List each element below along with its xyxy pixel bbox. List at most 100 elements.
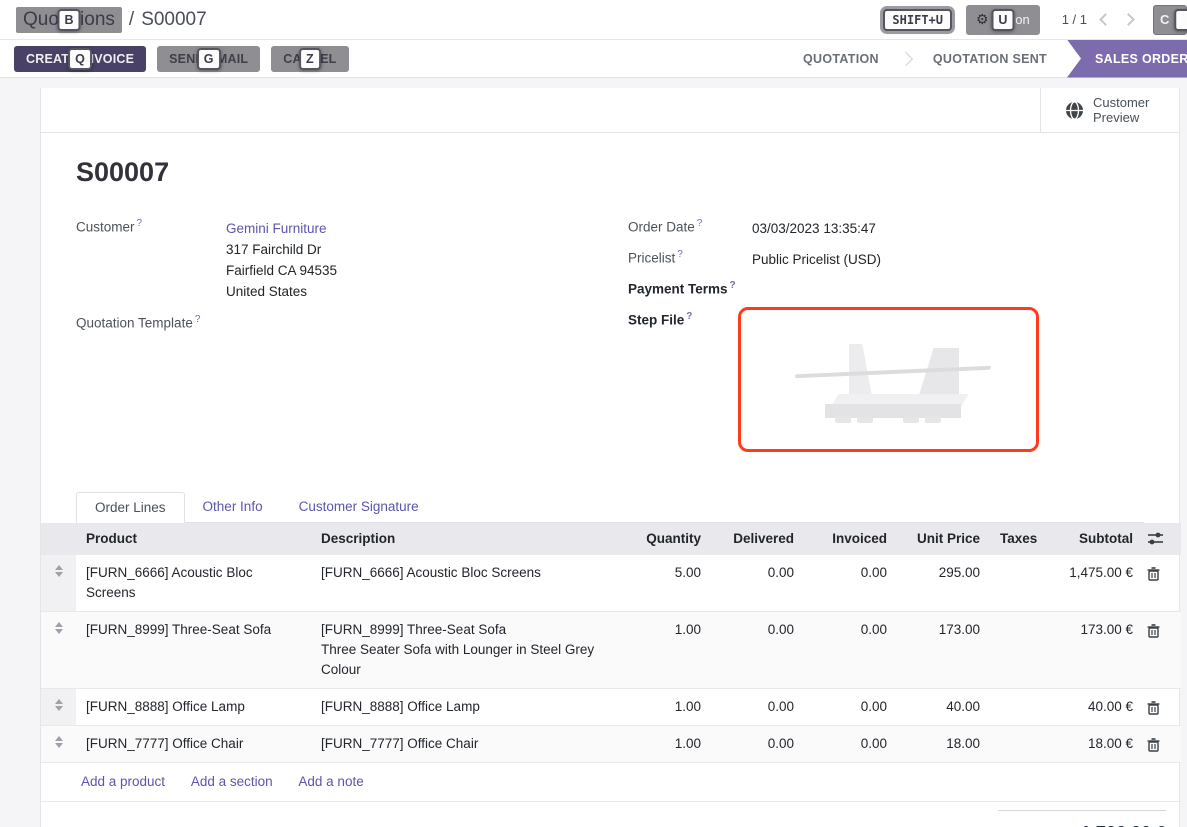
help-icon: ? (195, 314, 201, 325)
customer-preview-button[interactable]: Customer Preview (1040, 88, 1179, 132)
pager-next-icon[interactable] (1122, 13, 1135, 26)
stage-quotation[interactable]: QUOTATION (783, 40, 899, 78)
cell-taxes[interactable] (990, 612, 1045, 689)
stage-quotation-sent[interactable]: QUOTATION SENT (913, 40, 1067, 78)
cell-quantity[interactable]: 1.00 (621, 612, 711, 689)
stage-sales-order[interactable]: SALES ORDER (1067, 40, 1187, 78)
col-subtotal[interactable]: Subtotal (1045, 523, 1143, 555)
trash-icon[interactable] (1147, 701, 1160, 715)
table-row[interactable]: [FURN_6666] Acoustic Bloc Screens [FURN_… (41, 555, 1181, 612)
order-date-value[interactable]: 03/03/2023 13:35:47 (752, 218, 876, 239)
cell-delivered[interactable]: 0.00 (711, 555, 804, 612)
cell-subtotal: 18.00 € (1045, 726, 1143, 763)
trash-icon[interactable] (1147, 567, 1160, 581)
drag-handle-icon[interactable] (54, 736, 64, 748)
notebook-tabs: Order Lines Other Info Customer Signatur… (76, 492, 1144, 523)
form-view: Customer Preview S00007 Customer? Gemini… (0, 78, 1187, 827)
trash-icon[interactable] (1147, 738, 1160, 752)
globe-icon (1065, 101, 1084, 120)
add-a-section-link[interactable]: Add a section (191, 774, 273, 789)
action-menu-button[interactable]: ⚙ Action U (966, 5, 1040, 35)
send-email-button[interactable]: SEND EMAIL G (157, 46, 260, 72)
col-quantity[interactable]: Quantity (621, 523, 711, 555)
stage-separator-icon (899, 51, 913, 65)
cancel-button[interactable]: CANCEL Z (271, 46, 348, 72)
cell-delivered[interactable]: 0.00 (711, 612, 804, 689)
cell-product[interactable]: [FURN_8999] Three-Seat Sofa (76, 612, 311, 689)
cell-invoiced[interactable]: 0.00 (804, 555, 897, 612)
drag-handle-icon[interactable] (54, 699, 64, 711)
cell-invoiced[interactable]: 0.00 (804, 689, 897, 726)
tab-other-info[interactable]: Other Info (185, 492, 281, 522)
hint-badge-z: Z (299, 48, 321, 70)
cell-quantity[interactable]: 1.00 (621, 726, 711, 763)
cell-taxes[interactable] (990, 689, 1045, 726)
add-a-product-link[interactable]: Add a product (81, 774, 165, 789)
drag-handle-icon[interactable] (54, 565, 64, 577)
button-box: Customer Preview (41, 88, 1179, 133)
cell-taxes[interactable] (990, 555, 1045, 612)
trash-icon[interactable] (1147, 624, 1160, 638)
control-bar: CREATE INVOICE Q SEND EMAIL G CANCEL Z Q… (0, 40, 1187, 78)
order-date-field-label: Order Date? (628, 218, 752, 239)
table-row[interactable]: [FURN_8888] Office Lamp [FURN_8888] Offi… (41, 689, 1181, 726)
hint-badge-g: G (197, 48, 221, 70)
total-value: 1,706.00 € (1081, 823, 1166, 827)
table-row[interactable]: [FURN_7777] Office Chair [FURN_7777] Off… (41, 726, 1181, 763)
cell-taxes[interactable] (990, 726, 1045, 763)
step-file-image[interactable] (738, 307, 1039, 452)
col-taxes[interactable]: Taxes (990, 523, 1045, 555)
drag-handle-icon[interactable] (54, 622, 64, 634)
table-row[interactable]: [FURN_8999] Three-Seat Sofa [FURN_8999] … (41, 612, 1181, 689)
tab-order-lines[interactable]: Order Lines (76, 492, 185, 523)
help-icon: ? (697, 218, 703, 229)
cell-invoiced[interactable]: 0.00 (804, 612, 897, 689)
customer-preview-label: Customer Preview (1093, 95, 1155, 125)
cell-description[interactable]: [FURN_8999] Three-Seat Sofa Three Seater… (311, 612, 621, 689)
cell-invoiced[interactable]: 0.00 (804, 726, 897, 763)
cell-product[interactable]: [FURN_8888] Office Lamp (76, 689, 311, 726)
cell-product[interactable]: [FURN_6666] Acoustic Bloc Screens (76, 555, 311, 612)
hint-badge-b: B (57, 9, 80, 31)
cell-description[interactable]: [FURN_6666] Acoustic Bloc Screens (311, 555, 621, 612)
optional-columns-icon[interactable] (1147, 531, 1164, 546)
col-delivered[interactable]: Delivered (711, 523, 804, 555)
table-header-row: Product Description Quantity Delivered I… (41, 523, 1181, 555)
col-product[interactable]: Product (76, 523, 311, 555)
help-icon: ? (137, 218, 143, 229)
gear-icon: ⚙ (976, 11, 989, 28)
field-step-file: Step File? (628, 307, 1144, 452)
cell-quantity[interactable]: 1.00 (621, 689, 711, 726)
cell-unit-price[interactable]: 18.00 (897, 726, 990, 763)
customer-address-line: Fairfield CA 94535 (226, 260, 337, 281)
col-description[interactable]: Description (311, 523, 621, 555)
breadcrumb-quotations-link[interactable]: Quotations B (16, 7, 122, 33)
create-button-label: C (1160, 12, 1169, 27)
cell-unit-price[interactable]: 173.00 (897, 612, 990, 689)
customer-link[interactable]: Gemini Furniture (226, 221, 327, 236)
cell-product[interactable]: [FURN_7777] Office Chair (76, 726, 311, 763)
customer-address-line: 317 Fairchild Dr (226, 239, 337, 260)
customer-address-line: United States (226, 281, 337, 302)
col-invoiced[interactable]: Invoiced (804, 523, 897, 555)
cell-unit-price[interactable]: 295.00 (897, 555, 990, 612)
cell-delivered[interactable]: 0.00 (711, 689, 804, 726)
help-icon: ? (730, 280, 736, 291)
tab-customer-signature[interactable]: Customer Signature (281, 492, 437, 522)
payment-terms-field-label: Payment Terms? (628, 280, 752, 297)
pricelist-value[interactable]: Public Pricelist (USD) (752, 249, 881, 270)
cell-subtotal: 173.00 € (1045, 612, 1143, 689)
pager-previous-icon[interactable] (1099, 13, 1112, 26)
pricelist-field-label: Pricelist? (628, 249, 752, 270)
cell-unit-price[interactable]: 40.00 (897, 689, 990, 726)
cell-delivered[interactable]: 0.00 (711, 726, 804, 763)
breadcrumb-separator: / (129, 9, 134, 31)
col-unit-price[interactable]: Unit Price (897, 523, 990, 555)
cell-quantity[interactable]: 5.00 (621, 555, 711, 612)
field-quotation-template: Quotation Template? (76, 314, 628, 331)
cell-description[interactable]: [FURN_8888] Office Lamp (311, 689, 621, 726)
cell-description[interactable]: [FURN_7777] Office Chair (311, 726, 621, 763)
add-a-note-link[interactable]: Add a note (298, 774, 363, 789)
create-button-partial[interactable]: C (1153, 5, 1187, 35)
create-invoice-button[interactable]: CREATE INVOICE Q (14, 46, 146, 72)
